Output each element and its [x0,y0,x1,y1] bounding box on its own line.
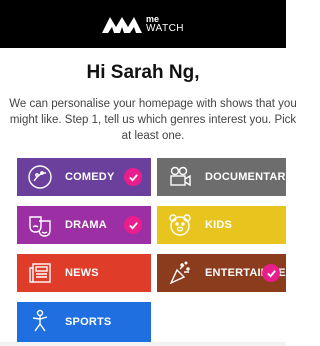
intro-text: We can personalise your homepage with sh… [6,96,300,144]
drama-masks-icon [29,216,51,237]
newspaper-icon [29,263,51,283]
genre-label: DOCUMENTARY [205,171,286,183]
genre-label: COMEDY [65,171,115,183]
intro-line: We can personalise your homepage with sh… [9,98,297,110]
athlete-icon [32,309,48,332]
genre-tile-news[interactable]: NEWS [17,254,151,292]
video-camera-icon [170,166,191,187]
selected-check-icon [124,216,142,234]
logo-text-watch: WATCH [145,23,185,34]
greeting-title: Hi Sarah Ng, [86,62,200,83]
genre-tile-entertainment[interactable]: ENTERTAINMENT [157,254,286,292]
intro-line: might like. Step 1, tell us which genres… [9,114,297,126]
mewatch-logo[interactable]: me WATCH [101,15,185,34]
divider [0,342,286,346]
selected-check-icon [124,168,142,186]
comedy-mask-icon [28,165,52,189]
party-popper-icon [169,261,190,285]
genre-tile-sports[interactable]: SPORTS [17,302,151,342]
mewatch-logo-icon [101,17,142,33]
genre-tile-documentary[interactable]: DOCUMENTARY [157,158,286,196]
selected-check-icon [262,264,280,282]
genre-tile-kids[interactable]: KIDS [157,206,286,244]
genre-label: SPORTS [65,316,112,328]
genre-label: NEWS [65,267,99,279]
genre-tile-comedy[interactable]: COMEDY [17,158,151,196]
app-header: me WATCH [0,0,286,48]
genre-tile-drama[interactable]: DRAMA [17,206,151,244]
bear-face-icon [169,214,191,236]
genre-label: DRAMA [65,219,107,231]
intro-line: at least one. [121,130,185,142]
genre-label: KIDS [205,219,233,231]
